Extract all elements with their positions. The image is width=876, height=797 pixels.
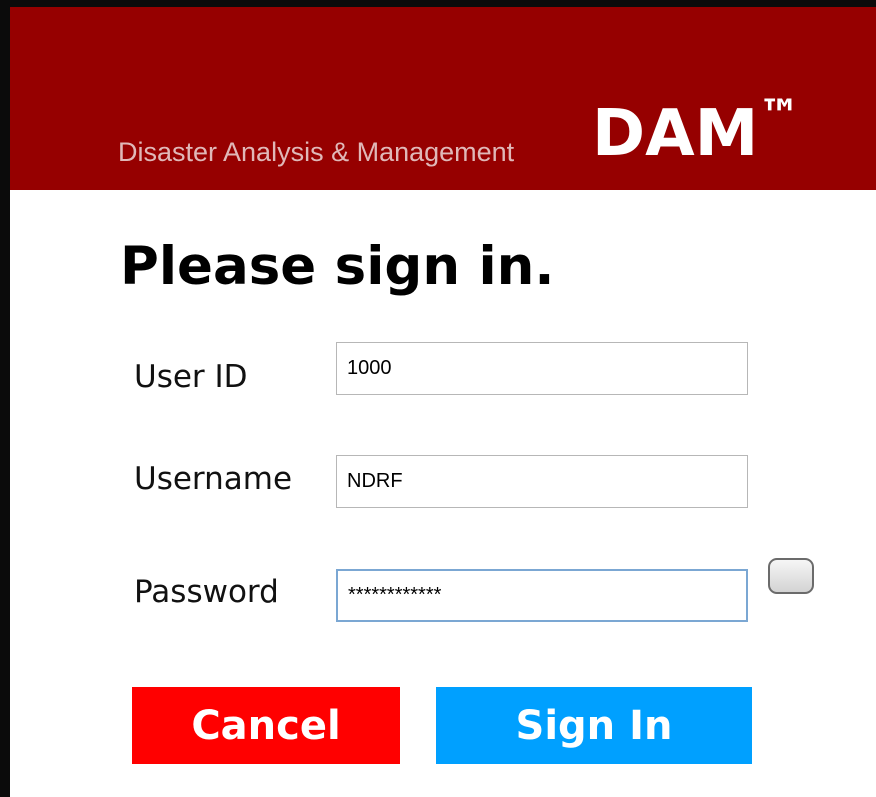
password-label: Password — [134, 574, 279, 610]
brand-name: DAM — [592, 97, 759, 171]
user-id-label: User ID — [134, 359, 248, 395]
page-title: Please sign in. — [120, 236, 555, 297]
show-password-checkbox[interactable] — [768, 558, 814, 594]
cancel-button[interactable]: Cancel — [132, 687, 400, 764]
user-id-field[interactable] — [336, 342, 748, 395]
sign-in-button[interactable]: Sign In — [436, 687, 752, 764]
app-tagline: Disaster Analysis & Management — [118, 137, 515, 167]
app-brand: DAM™ — [592, 94, 800, 167]
password-field[interactable] — [336, 569, 748, 622]
app-header: Disaster Analysis & Management DAM™ — [10, 7, 876, 190]
username-label: Username — [134, 461, 293, 497]
login-window: Disaster Analysis & Management DAM™ Plea… — [0, 0, 876, 797]
trademark-symbol: ™ — [758, 90, 801, 139]
username-field[interactable] — [336, 455, 748, 508]
